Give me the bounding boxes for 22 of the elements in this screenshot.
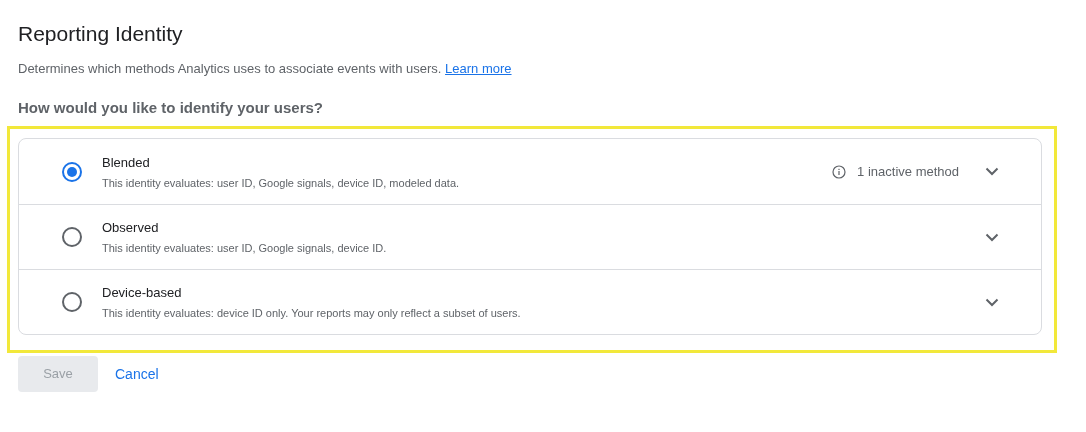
cancel-button[interactable]: Cancel <box>115 356 159 392</box>
radio-button[interactable] <box>62 292 82 312</box>
chevron-icon[interactable] <box>985 232 999 242</box>
learn-more-link[interactable]: Learn more <box>445 61 512 76</box>
option-detail: This identity evaluates: user ID, Google signals, device ID. <box>102 241 388 255</box>
option-detail: This identity evaluates: user ID, Google signals, device ID, modeled data. <box>102 175 461 190</box>
option-label: Observed <box>102 219 160 237</box>
identity-option[interactable]: Observed This identity evaluates: user ID, Google signals, device ID. <box>19 204 1041 269</box>
page-title: Reporting Identity <box>18 21 184 47</box>
question-heading: How would you like to identify your users? <box>18 98 325 118</box>
option-detail: This identity evaluates: device ID only. Your reports may only reflect a subset of users. <box>102 306 522 320</box>
identity-option[interactable]: Blended This identity evaluates: user ID, Google signals, device ID, modeled data. 1 inactive method <box>19 139 1041 204</box>
description-text: Determines which methods Analytics uses to associate events with users. Learn more <box>18 60 513 78</box>
option-label: Blended <box>102 153 151 172</box>
radio-button[interactable] <box>62 227 82 247</box>
inactive-note: 1 inactive method <box>857 162 959 181</box>
radio-button[interactable] <box>62 161 82 182</box>
chevron-icon[interactable] <box>985 167 999 176</box>
identity-option[interactable]: Device-based This identity evaluates: device ID only. Your reports may only reflect a subset of users. <box>19 269 1041 334</box>
chevron-icon[interactable] <box>985 297 999 307</box>
info-icon <box>832 164 847 179</box>
option-label: Device-based <box>102 284 183 302</box>
